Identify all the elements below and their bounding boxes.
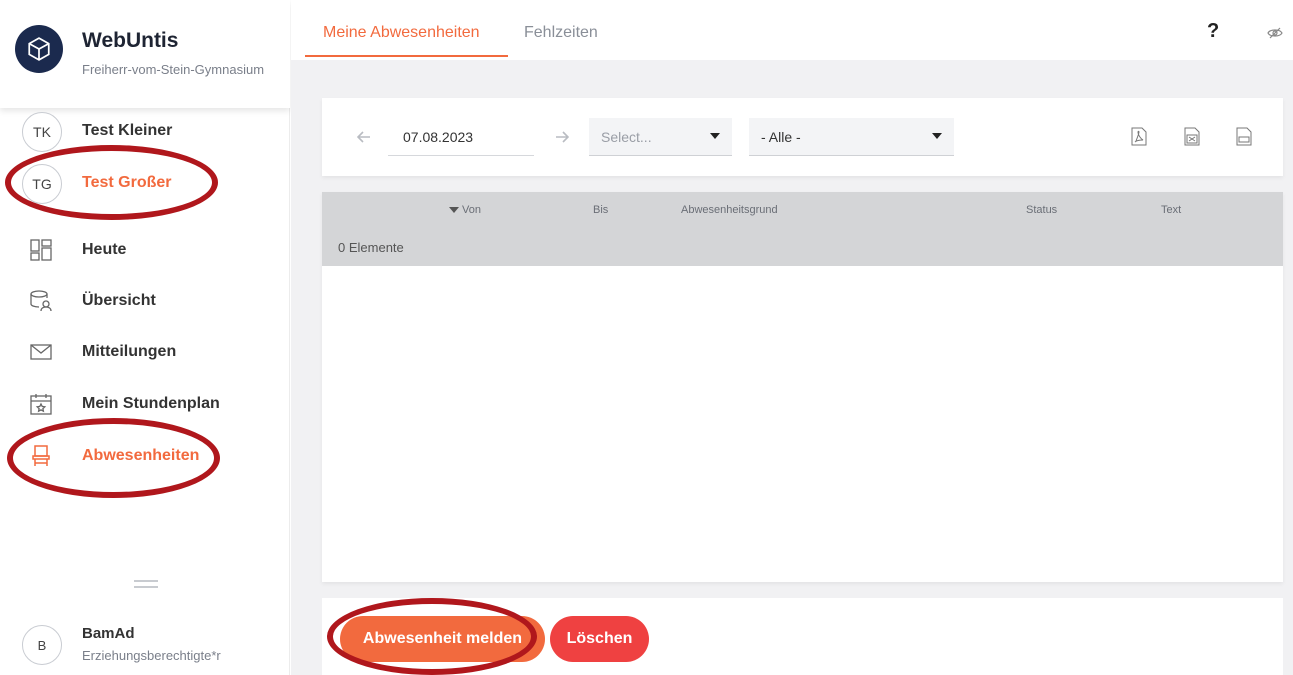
pdf-export-icon[interactable] — [1131, 127, 1149, 147]
column-header-grund[interactable]: Abwesenheitsgrund — [681, 204, 778, 216]
sidebar-item-abwesenheiten[interactable]: Abwesenheiten — [0, 434, 290, 478]
sidebar-resize-handle[interactable] — [134, 580, 158, 588]
overview-icon — [28, 288, 54, 314]
report-absence-button[interactable]: Abwesenheit melden — [340, 616, 545, 662]
sidebar: WebUntis Freiherr-vom-Stein-Gymnasium TK… — [0, 0, 290, 675]
tab-bar: Meine Abwesenheiten Fehlzeiten ? — [291, 0, 1293, 60]
hide-eye-icon[interactable] — [1267, 26, 1283, 44]
sidebar-item-uebersicht[interactable]: Übersicht — [0, 279, 290, 323]
date-input[interactable] — [388, 118, 534, 156]
previous-date-arrow-icon[interactable] — [354, 127, 374, 147]
absence-table: Von Bis Abwesenheitsgrund Status Text 0 … — [322, 192, 1283, 582]
sidebar-item-label: Test Kleiner — [82, 122, 173, 139]
avatar: TG — [22, 164, 62, 204]
chevron-down-icon — [710, 133, 720, 139]
app-title: WebUntis — [82, 29, 179, 52]
chevron-down-icon — [932, 133, 942, 139]
active-tab-indicator — [305, 55, 508, 57]
column-header-status[interactable]: Status — [1026, 204, 1057, 216]
sidebar-item-mitteilungen[interactable]: Mitteilungen — [0, 330, 290, 374]
sort-desc-icon — [449, 207, 459, 214]
brand-header: WebUntis Freiherr-vom-Stein-Gymnasium — [0, 0, 290, 108]
column-header-bis[interactable]: Bis — [593, 204, 608, 216]
cube-logo-icon — [15, 25, 63, 73]
table-header: Von Bis Abwesenheitsgrund Status Text 0 … — [322, 192, 1283, 266]
tab-meine-abwesenheiten[interactable]: Meine Abwesenheiten — [323, 24, 480, 42]
column-header-von: Von — [462, 204, 481, 216]
sort-column-von[interactable]: Von — [449, 204, 481, 216]
mail-icon — [28, 339, 54, 365]
dashboard-icon — [28, 237, 54, 263]
csv-export-icon[interactable] — [1236, 127, 1254, 147]
sidebar-item-heute[interactable]: Heute — [0, 228, 290, 272]
status-select[interactable]: - Alle - — [749, 118, 954, 156]
sidebar-item-test-grosser[interactable]: TG Test Großer — [0, 161, 290, 205]
school-name: Freiherr-vom-Stein-Gymnasium — [82, 62, 265, 77]
next-date-arrow-icon[interactable] — [552, 127, 572, 147]
tab-fehlzeiten[interactable]: Fehlzeiten — [524, 24, 598, 42]
chair-icon — [28, 443, 54, 469]
delete-button[interactable]: Löschen — [550, 616, 649, 662]
select-value: - Alle - — [761, 128, 801, 145]
sidebar-item-label: Mein Stundenplan — [82, 395, 220, 412]
calendar-icon — [28, 391, 54, 417]
sidebar-item-test-kleiner[interactable]: TK Test Kleiner — [0, 109, 290, 153]
help-icon[interactable]: ? — [1207, 20, 1219, 43]
student-select[interactable]: Select... — [589, 118, 732, 156]
user-role: Erziehungsberechtigte*r — [82, 648, 221, 663]
element-count: 0 Elemente — [338, 240, 404, 255]
sidebar-item-label: Test Großer — [82, 174, 172, 191]
avatar: TK — [22, 112, 62, 152]
user-avatar[interactable]: B — [22, 625, 62, 665]
sidebar-item-label: Übersicht — [82, 292, 156, 309]
sidebar-item-label: Mitteilungen — [82, 343, 177, 360]
user-name[interactable]: BamAd — [82, 625, 135, 642]
select-placeholder: Select... — [601, 128, 652, 145]
excel-export-icon[interactable] — [1184, 127, 1202, 147]
sidebar-item-label: Heute — [82, 241, 127, 258]
sidebar-item-stundenplan[interactable]: Mein Stundenplan — [0, 382, 290, 426]
column-header-text[interactable]: Text — [1161, 204, 1181, 216]
sidebar-item-label: Abwesenheiten — [82, 447, 200, 464]
